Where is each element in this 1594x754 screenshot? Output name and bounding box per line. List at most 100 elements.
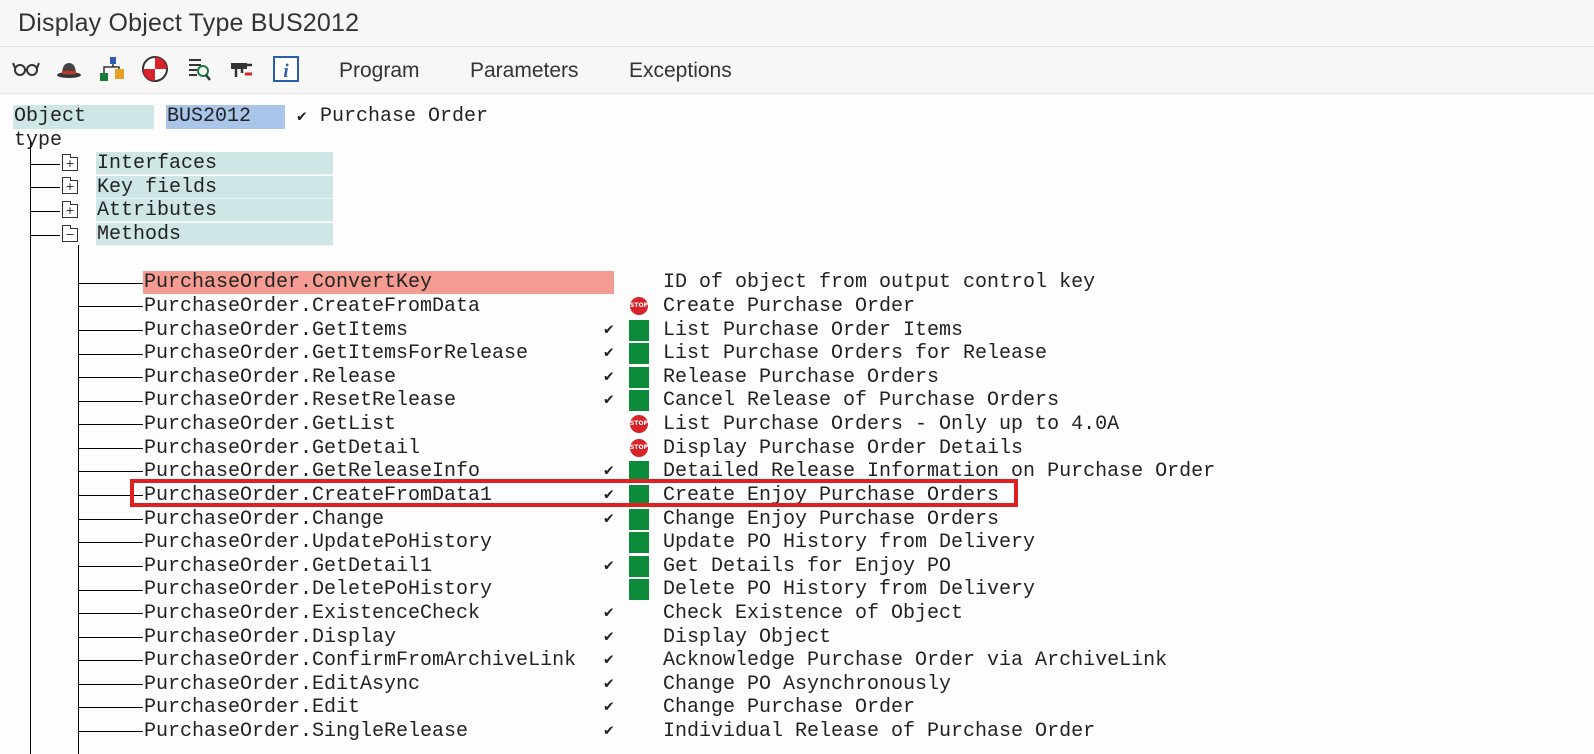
method-name[interactable]: PurchaseOrder.GetItemsForRelease [143, 342, 614, 365]
method-description: ID of object from output control key [663, 271, 1096, 294]
tree-connector [30, 211, 60, 212]
tree-node-key-fields[interactable]: Key fields [96, 176, 333, 199]
stop-status-icon: STOP [630, 415, 648, 433]
parameters-menu-button[interactable]: Parameters [470, 59, 579, 83]
method-name[interactable]: PurchaseOrder.GetItems [143, 319, 614, 342]
method-description: Change Enjoy Purchase Orders [663, 508, 1000, 531]
check-icon: ✔ [604, 510, 614, 528]
check-icon: ✔ [604, 321, 614, 339]
tree-connector [30, 187, 60, 188]
method-name[interactable]: PurchaseOrder.ExistenceCheck [143, 602, 614, 625]
check-icon: ✔ [604, 604, 614, 622]
method-description: List Purchase Order Items [663, 319, 964, 342]
tree-connector [78, 401, 143, 402]
method-description: Detailed Release Information on Purchase… [663, 460, 1216, 483]
method-name[interactable]: PurchaseOrder.Release [143, 366, 614, 389]
green-status-icon [629, 556, 649, 577]
method-name[interactable]: PurchaseOrder.Edit [143, 696, 614, 719]
svg-text:i: i [283, 61, 289, 82]
window-title: Display Object Type BUS2012 [18, 9, 360, 37]
method-description: Display Object [663, 626, 832, 649]
method-name[interactable]: PurchaseOrder.GetReleaseInfo [143, 460, 614, 483]
method-name[interactable]: PurchaseOrder.ResetRelease [143, 389, 614, 412]
tree-connector [78, 613, 143, 614]
check-icon: ✔ [604, 368, 614, 386]
method-name[interactable]: PurchaseOrder.CreateFromData1 [143, 484, 614, 507]
expand-folder-icon[interactable]: + [62, 154, 78, 171]
stamp-icon[interactable] [228, 55, 256, 83]
method-name[interactable]: PurchaseOrder.Change [143, 508, 614, 531]
tree-connector [78, 684, 143, 685]
method-name[interactable]: PurchaseOrder.CreateFromData [143, 295, 614, 318]
tree-connector [78, 354, 143, 355]
info-icon[interactable]: i [272, 55, 300, 83]
tree-connector [78, 471, 143, 472]
tree-connector [78, 731, 143, 732]
method-description: Cancel Release of Purchase Orders [663, 389, 1060, 412]
method-description: List Purchase Orders for Release [663, 342, 1048, 365]
expand-folder-icon[interactable]: + [62, 201, 78, 218]
check-icon: ✔ [604, 698, 614, 716]
method-description: Change PO Asynchronously [663, 673, 952, 696]
tree-node-attributes[interactable]: Attributes [96, 199, 333, 222]
object-type-tree-panel: Object type BUS2012 ✔ Purchase Order + I… [0, 95, 1594, 754]
check-icon: ✔ [604, 628, 614, 646]
glasses-icon[interactable] [12, 55, 40, 83]
method-name[interactable]: PurchaseOrder.UpdatePoHistory [143, 531, 614, 554]
tree-connector [30, 235, 60, 236]
target-icon[interactable] [141, 55, 169, 83]
method-description: Get Details for Enjoy PO [663, 555, 952, 578]
application-toolbar: i Program Parameters Exceptions [0, 47, 1594, 94]
hat-icon[interactable] [55, 55, 83, 83]
tree-connector [78, 377, 143, 378]
program-menu-button[interactable]: Program [339, 59, 420, 83]
method-name[interactable]: PurchaseOrder.ConfirmFromArchiveLink [143, 649, 614, 672]
method-name[interactable]: PurchaseOrder.SingleRelease [143, 720, 614, 743]
tree-connector [78, 330, 143, 331]
check-icon: ✔ [604, 486, 614, 504]
tree-node-interfaces[interactable]: Interfaces [96, 152, 333, 175]
method-description: Individual Release of Purchase Order [663, 720, 1096, 743]
tree-connector [78, 424, 143, 425]
method-description: List Purchase Orders - Only up to 4.0A [663, 413, 1120, 436]
green-status-icon [629, 390, 649, 411]
object-type-field[interactable]: BUS2012 [166, 105, 285, 129]
method-description: Change Purchase Order [663, 696, 916, 719]
method-name[interactable]: PurchaseOrder.GetDetail1 [143, 555, 614, 578]
method-name[interactable]: PurchaseOrder.GetList [143, 413, 614, 436]
stop-status-icon: STOP [630, 439, 648, 457]
method-name[interactable]: PurchaseOrder.GetDetail [143, 437, 614, 460]
check-icon: ✔ [604, 557, 614, 575]
hierarchy-icon[interactable] [98, 55, 126, 83]
tree-node-methods[interactable]: Methods [96, 223, 333, 246]
tree-connector [78, 306, 143, 307]
collapse-folder-icon[interactable]: − [62, 225, 78, 242]
tree-connector [30, 164, 60, 165]
check-icon: ✔ [604, 391, 614, 409]
object-type-label: Object type [13, 105, 154, 152]
method-description: Create Purchase Order [663, 295, 916, 318]
check-icon: ✔ [604, 344, 614, 362]
green-status-icon [629, 579, 649, 600]
exceptions-menu-button[interactable]: Exceptions [629, 59, 732, 83]
method-name[interactable]: PurchaseOrder.ConvertKey [143, 271, 614, 294]
check-icon: ✔ [604, 675, 614, 693]
tree-connector [78, 707, 143, 708]
tree-connector [30, 140, 31, 754]
method-name[interactable]: PurchaseOrder.EditAsync [143, 673, 614, 696]
tree-connector [78, 637, 143, 638]
method-description: Update PO History from Delivery [663, 531, 1036, 554]
method-name[interactable]: PurchaseOrder.DeletePoHistory [143, 578, 614, 601]
method-description: Create Enjoy Purchase Orders [663, 484, 1000, 507]
tree-connector [78, 448, 143, 449]
method-name[interactable]: PurchaseOrder.Display [143, 626, 614, 649]
tree-connector [78, 495, 143, 496]
tree-connector [78, 519, 143, 520]
check-icon: ✔ [604, 722, 614, 740]
green-status-icon [629, 320, 649, 341]
list-search-icon[interactable] [185, 55, 213, 83]
green-status-icon [629, 367, 649, 388]
expand-folder-icon[interactable]: + [62, 177, 78, 194]
green-status-icon [629, 461, 649, 482]
method-description: Release Purchase Orders [663, 366, 940, 389]
